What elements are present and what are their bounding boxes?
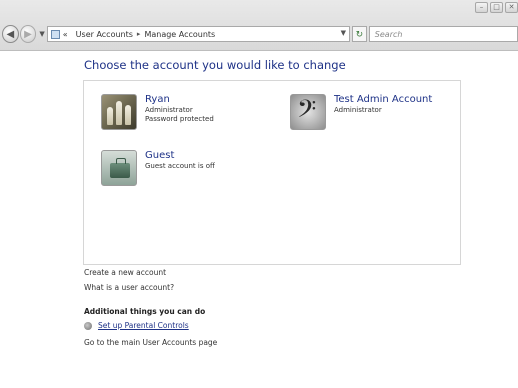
- caption-buttons: – □ ✕: [475, 2, 518, 13]
- account-info: Ryan Administrator Password protected: [145, 94, 214, 130]
- maximize-button[interactable]: □: [490, 2, 503, 13]
- account-info: Guest Guest account is off: [145, 150, 215, 186]
- address-bar[interactable]: « User Accounts ▸ Manage Accounts ▼: [46, 26, 350, 42]
- account-password-status: Password protected: [145, 115, 214, 123]
- account-status: Guest account is off: [145, 162, 215, 170]
- recent-pages-dropdown[interactable]: ▼: [39, 30, 44, 38]
- forward-arrow-icon: ▶: [24, 28, 32, 40]
- accounts-panel: Ryan Administrator Password protected 𝄢 …: [83, 80, 461, 265]
- address-overflow[interactable]: «: [63, 30, 68, 39]
- main-user-accounts-link[interactable]: Go to the main User Accounts page: [84, 338, 217, 347]
- parental-controls-icon: [84, 321, 92, 330]
- chess-pieces-icon: [101, 94, 137, 130]
- parental-controls-row[interactable]: Set up Parental Controls: [84, 321, 189, 330]
- search-input[interactable]: Search: [368, 26, 518, 42]
- minimize-button[interactable]: –: [475, 2, 488, 13]
- window-chrome: – □ ✕ ◀ ▶ ▼ « User Accounts ▸ Manage Acc…: [0, 0, 518, 51]
- account-tile-guest[interactable]: Guest Guest account is off: [101, 150, 215, 186]
- forward-button[interactable]: ▶: [19, 25, 37, 43]
- breadcrumb-separator[interactable]: ▸: [137, 30, 141, 38]
- back-arrow-icon: ◀: [6, 28, 15, 40]
- account-tile-test-admin[interactable]: 𝄢 Test Admin Account Administrator: [290, 94, 432, 130]
- account-info: Test Admin Account Administrator: [334, 94, 432, 130]
- account-name: Guest: [145, 150, 175, 161]
- page-title: Choose the account you would like to cha…: [84, 58, 346, 72]
- additional-things-heading: Additional things you can do: [84, 307, 206, 316]
- close-button[interactable]: ✕: [505, 2, 518, 13]
- refresh-button[interactable]: ↻: [351, 26, 367, 42]
- refresh-icon: ↻: [355, 30, 364, 40]
- account-tile-ryan[interactable]: Ryan Administrator Password protected: [101, 94, 214, 130]
- control-panel-icon: [50, 29, 60, 39]
- briefcase-icon: [101, 150, 137, 186]
- address-dropdown-icon[interactable]: ▼: [341, 29, 346, 37]
- back-button[interactable]: ◀: [2, 25, 19, 43]
- what-is-user-account-link[interactable]: What is a user account?: [84, 283, 174, 292]
- account-name: Ryan: [145, 94, 170, 105]
- parental-controls-link[interactable]: Set up Parental Controls: [98, 321, 189, 330]
- breadcrumb-user-accounts[interactable]: User Accounts: [76, 30, 133, 39]
- navigation-bar: ◀ ▶ ▼ « User Accounts ▸ Manage Accounts …: [2, 24, 518, 44]
- account-name: Test Admin Account: [334, 94, 433, 105]
- account-type: Administrator: [145, 106, 193, 114]
- bass-clef-icon: 𝄢: [290, 94, 326, 130]
- create-account-link[interactable]: Create a new account: [84, 268, 166, 277]
- breadcrumb-manage-accounts[interactable]: Manage Accounts: [144, 30, 215, 39]
- account-type: Administrator: [334, 106, 382, 114]
